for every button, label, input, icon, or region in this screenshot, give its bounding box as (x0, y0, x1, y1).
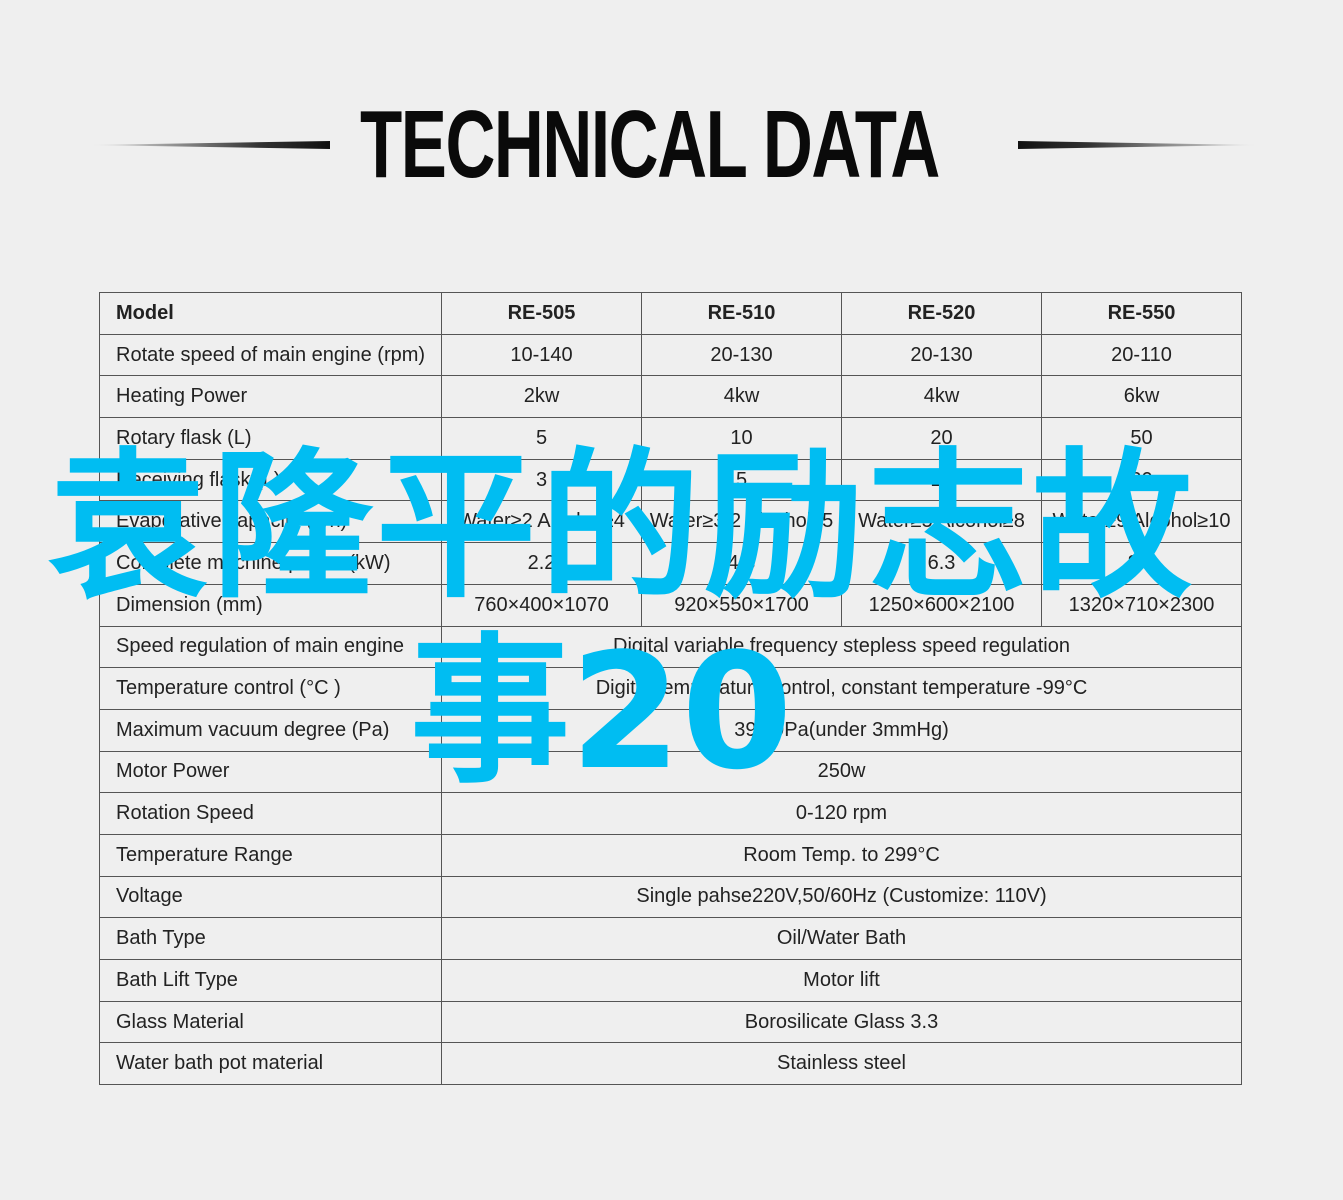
table-row: Bath Type Oil/Water Bath (99, 917, 1242, 960)
cell-value: 2kw (441, 375, 642, 419)
row-label: Dimension (mm) (99, 583, 442, 627)
cell-value: 20-130 (841, 333, 1042, 377)
table-row: Bath Lift Type Motor lift (99, 959, 1242, 1002)
cell-value: 1320×710×2300 (1041, 583, 1242, 627)
header-cell: Model (99, 292, 442, 335)
row-label: Speed regulation of main engine (99, 625, 442, 669)
cell-value: 10 (641, 417, 842, 460)
cell-value: Water≥2 Alcohol≥4 (441, 500, 642, 544)
cell-value: 5 (441, 417, 642, 460)
table-header-row: Model RE-505 RE-510 RE-520 RE-550 (99, 292, 1242, 335)
page-title: TECHNICAL DATA (360, 91, 940, 198)
cell-value: 20-130 (641, 333, 842, 377)
row-label: Maximum vacuum degree (Pa) (99, 708, 442, 752)
cell-value: 250w (441, 750, 1242, 794)
table-row: Dimension (mm) 760×400×1070 920×550×1700… (99, 583, 1242, 627)
cell-value: 3 (441, 458, 642, 502)
cell-value: Oil/Water Bath (441, 917, 1242, 960)
table-row: Rotary flask (L) 5 10 20 50 (99, 417, 1242, 460)
cell-value: 760×400×1070 (441, 583, 642, 627)
table-row: Rotation Speed 0-120 rpm (99, 792, 1242, 835)
cell-value: 1250×600×2100 (841, 583, 1042, 627)
row-label: Temperature Range (99, 833, 442, 877)
cell-value: 4.8 (641, 542, 842, 585)
technical-data-table: Model RE-505 RE-510 RE-520 RE-550 Rotate… (99, 292, 1242, 1086)
cell-value: Water≥5 Alcohol≥8 (841, 500, 1042, 544)
row-label: Voltage (99, 875, 442, 919)
row-label: Rotary flask (L) (99, 417, 442, 460)
row-label: Water bath pot material (99, 1042, 442, 1086)
cell-value: Room Temp. to 299°C (441, 833, 1242, 877)
cell-value: Single pahse220V,50/60Hz (Customize: 110… (441, 875, 1242, 919)
table-row: Voltage Single pahse220V,50/60Hz (Custom… (99, 875, 1242, 919)
header-cell: RE-520 (841, 292, 1042, 335)
row-label: Bath Lift Type (99, 959, 442, 1002)
cell-value: 20-110 (1041, 333, 1242, 377)
cell-value: 399.9Pa(under 3mmHg) (441, 708, 1242, 752)
cell-value: 8.3 (1041, 542, 1242, 585)
cell-value: 0-120 rpm (441, 792, 1242, 835)
table-row: Receiving flask (L) 3 5 10 20 (99, 458, 1242, 502)
header-cell: RE-505 (441, 292, 642, 335)
row-label: Complete machine power (kW) (99, 542, 442, 585)
table-row: Water bath pot material Stainless steel (99, 1042, 1242, 1086)
table-row: Speed regulation of main engine Digital … (99, 625, 1242, 669)
table-row: Glass Material Borosilicate Glass 3.3 (99, 1000, 1242, 1044)
table-row: Heating Power 2kw 4kw 4kw 6kw (99, 375, 1242, 419)
header-cell: RE-510 (641, 292, 842, 335)
cell-value: 2.2 (441, 542, 642, 585)
cell-value: Stainless steel (441, 1042, 1242, 1086)
row-label: Motor Power (99, 750, 442, 794)
row-label: Rotate speed of main engine (rpm) (99, 333, 442, 377)
row-label: Rotation Speed (99, 792, 442, 835)
cell-value: 50 (1041, 417, 1242, 460)
row-label: Receiving flask (L) (99, 458, 442, 502)
cell-value: 20 (841, 417, 1042, 460)
cell-value: 5 (641, 458, 842, 502)
cell-value: 6kw (1041, 375, 1242, 419)
cell-value: Borosilicate Glass 3.3 (441, 1000, 1242, 1044)
table-row: Complete machine power (kW) 2.2 4.8 6.3 … (99, 542, 1242, 585)
cell-value: 920×550×1700 (641, 583, 842, 627)
cell-value: 10-140 (441, 333, 642, 377)
row-label: Evaporative capacity (L/h) (99, 500, 442, 544)
cell-value: 4kw (641, 375, 842, 419)
table-row: Maximum vacuum degree (Pa) 399.9Pa(under… (99, 708, 1242, 752)
table-row: Temperature Range Room Temp. to 299°C (99, 833, 1242, 877)
cell-value: Motor lift (441, 959, 1242, 1002)
header-cell: RE-550 (1041, 292, 1242, 335)
cell-value: Digital temperature control, constant te… (441, 667, 1242, 710)
cell-value: Water≥9 Alcohol≥10 (1041, 500, 1242, 544)
cell-value: 20 (1041, 458, 1242, 502)
row-label: Glass Material (99, 1000, 442, 1044)
row-label: Heating Power (99, 375, 442, 419)
table-row: Evaporative capacity (L/h) Water≥2 Alcoh… (99, 500, 1242, 544)
row-label: Temperature control (°C ) (99, 667, 442, 710)
cell-value: 6.3 (841, 542, 1042, 585)
cell-value: Water≥3.2 Alcohol≥5 (641, 500, 842, 544)
table-row: Motor Power 250w (99, 750, 1242, 794)
cell-value: Digital variable frequency stepless spee… (441, 625, 1242, 669)
cell-value: 10 (841, 458, 1042, 502)
cell-value: 4kw (841, 375, 1042, 419)
table-row: Rotate speed of main engine (rpm) 10-140… (99, 333, 1242, 377)
table-row: Temperature control (°C ) Digital temper… (99, 667, 1242, 710)
row-label: Bath Type (99, 917, 442, 960)
